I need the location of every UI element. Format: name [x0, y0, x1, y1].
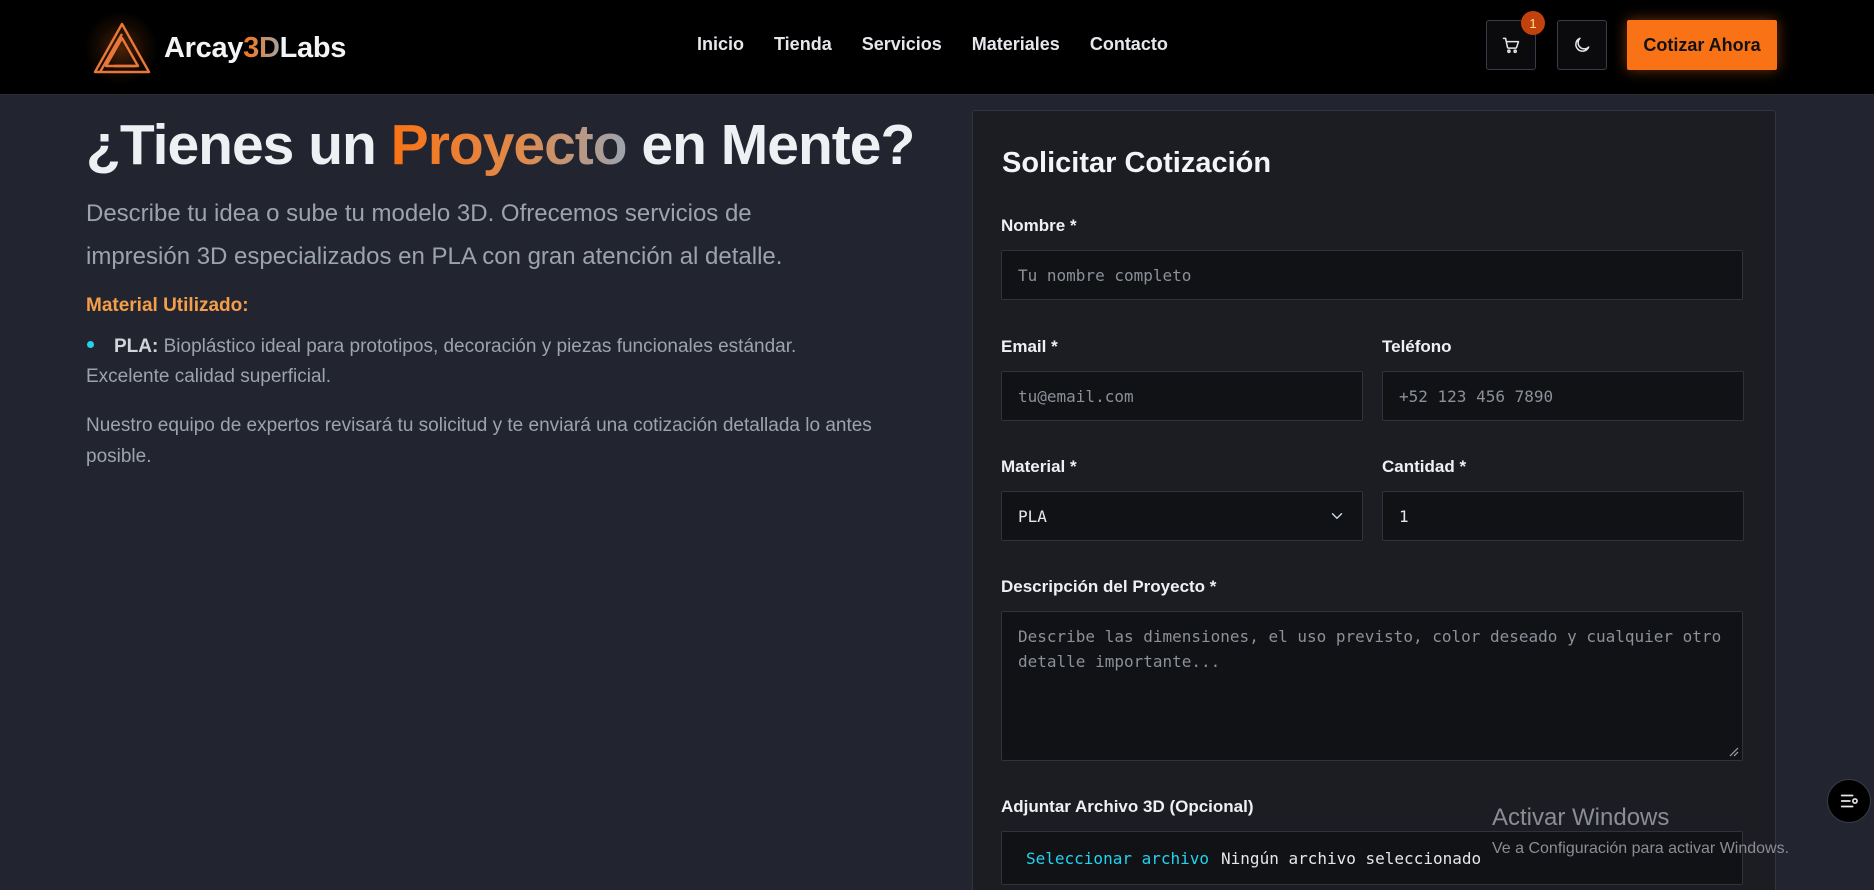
hero-title-before: ¿Tienes un	[86, 113, 391, 177]
material-select-value: PLA	[1018, 506, 1047, 526]
name-label: Nombre *	[1001, 216, 1077, 235]
cart-count-badge: 1	[1521, 11, 1545, 35]
email-label: Email *	[1001, 337, 1058, 356]
bullet-icon	[87, 341, 94, 349]
material-name: PLA:	[114, 336, 159, 357]
material-list-item: PLA: Bioplástico ideal para prototipos, …	[86, 332, 876, 392]
file-label: Adjuntar Archivo 3D (Opcional)	[1001, 797, 1254, 816]
watermark-subtitle: Ve a Configuración para activar Windows.	[1492, 840, 1790, 857]
cart-icon	[1502, 37, 1520, 54]
nav-link-servicios[interactable]: Servicios	[862, 34, 942, 55]
theme-toggle-button[interactable]	[1557, 20, 1607, 70]
team-note: Nuestro equipo de expertos revisará tu s…	[86, 415, 872, 467]
nav-link-tienda[interactable]: Tienda	[774, 34, 832, 55]
select-file-button[interactable]: Seleccionar archivo	[1026, 849, 1209, 868]
file-status: Ningún archivo seleccionado	[1221, 848, 1482, 868]
brand-name-part1: Arcay	[164, 31, 244, 64]
email-input[interactable]	[1001, 371, 1363, 421]
hero-subtitle: Describe tu idea o sube tu modelo 3D. Of…	[86, 200, 783, 270]
moon-icon	[1575, 37, 1590, 52]
nav-link-contacto[interactable]: Contacto	[1090, 34, 1168, 55]
material-label: Material *	[1001, 457, 1077, 476]
navbar: Arcay3DLabs Inicio Tienda Servicios Mate…	[0, 0, 1874, 95]
brand-name: Arcay3DLabs	[164, 32, 346, 65]
quote-now-button[interactable]: Cotizar Ahora	[1627, 20, 1777, 70]
list-settings-icon	[1840, 794, 1858, 808]
material-description: Bioplástico ideal para prototipos, decor…	[86, 336, 797, 387]
chevron-down-icon	[1331, 513, 1343, 519]
phone-label: Teléfono	[1382, 337, 1452, 356]
material-heading: Material Utilizado:	[86, 295, 249, 316]
hero-title-accent: Proyecto	[390, 113, 628, 177]
description-label: Descripción del Proyecto *	[1001, 577, 1217, 596]
quote-form-card: Solicitar Cotización Nombre * Email * Te…	[972, 110, 1776, 890]
brand[interactable]: Arcay3DLabs	[82, 12, 346, 84]
description-textarea[interactable]	[1001, 611, 1743, 761]
name-input[interactable]	[1001, 250, 1743, 300]
hero-title-after: en Mente?	[626, 113, 915, 177]
nav-links: Inicio Tienda Servicios Materiales Conta…	[697, 34, 1198, 55]
phone-input[interactable]	[1382, 371, 1744, 421]
resize-grip-icon[interactable]	[1727, 745, 1739, 757]
brand-name-part3: Labs	[279, 31, 347, 64]
quantity-label: Cantidad *	[1382, 457, 1467, 476]
quantity-input[interactable]	[1382, 491, 1744, 541]
windows-activation-watermark: Activar Windows Ve a Configuración para …	[1492, 804, 1789, 858]
brand-name-part2: 3D	[243, 31, 280, 64]
nav-link-materiales[interactable]: Materiales	[972, 34, 1060, 55]
brand-logo-icon	[93, 22, 151, 74]
page: Arcay3DLabs Inicio Tienda Servicios Mate…	[0, 0, 1874, 890]
material-select[interactable]: PLA	[1001, 491, 1363, 541]
watermark-title: Activar Windows	[1492, 804, 1670, 831]
floating-menu-button[interactable]	[1827, 779, 1871, 823]
hero-title: ¿Tienes un Proyecto en Mente?	[86, 112, 915, 178]
form-title: Solicitar Cotización	[1002, 147, 1272, 179]
nav-link-inicio[interactable]: Inicio	[697, 34, 744, 55]
